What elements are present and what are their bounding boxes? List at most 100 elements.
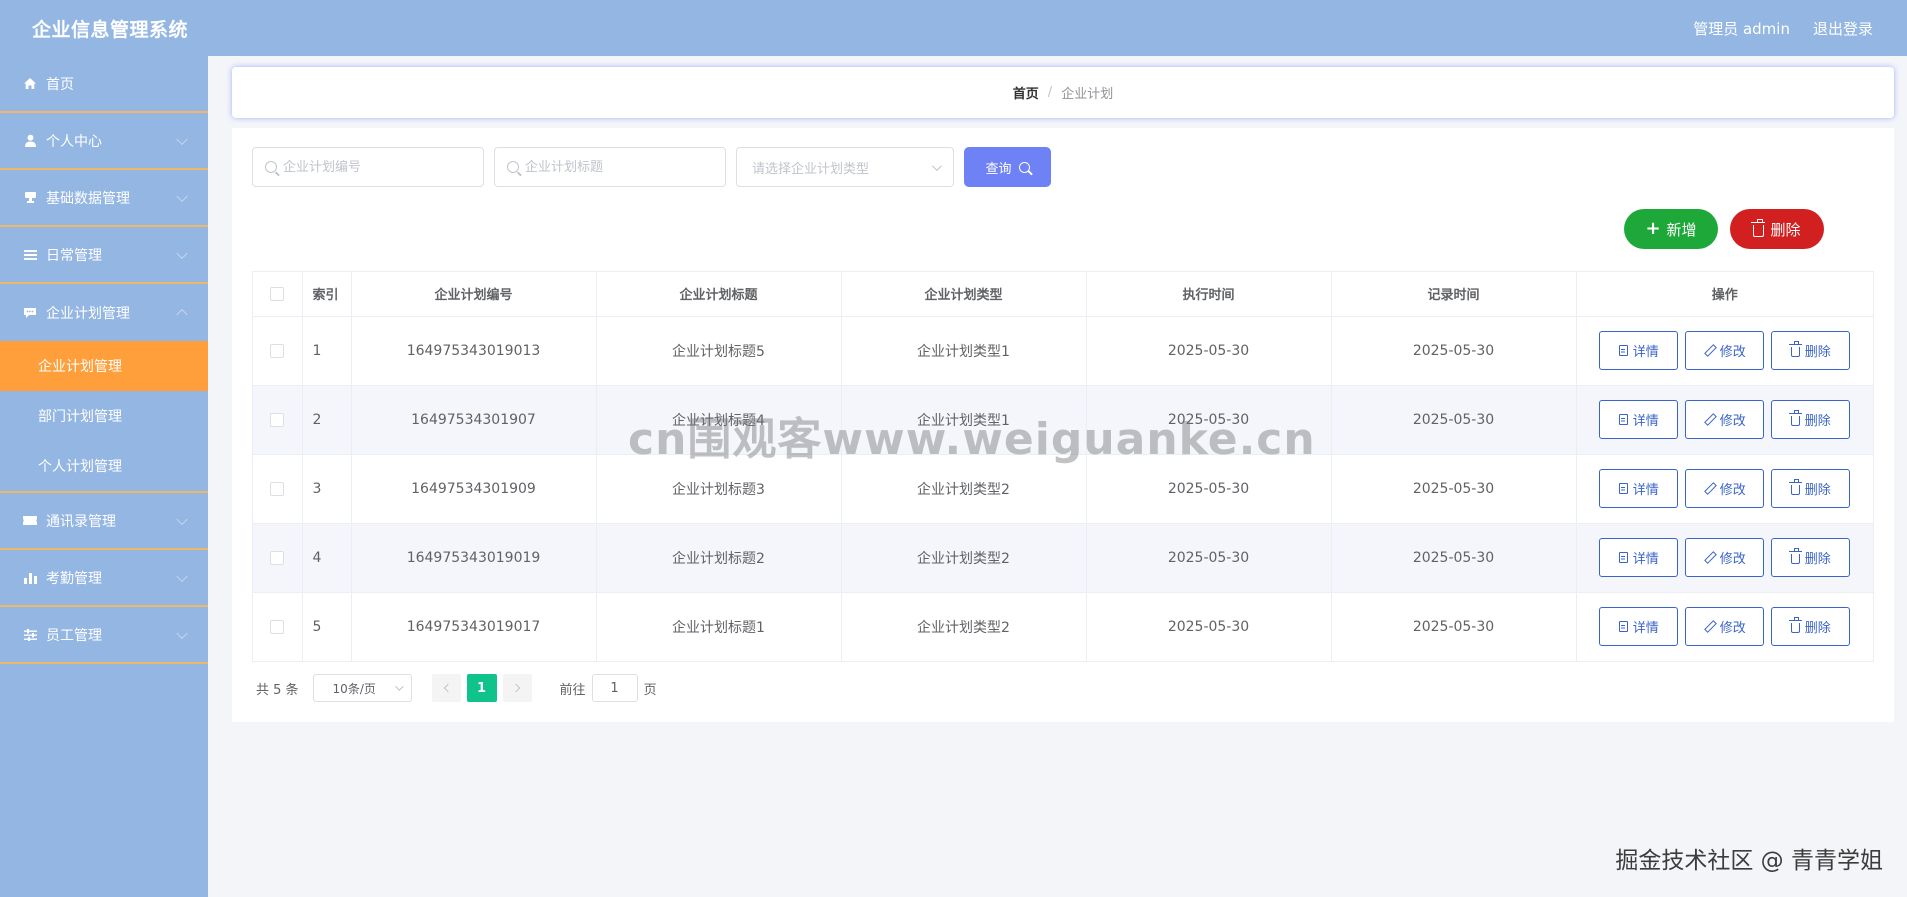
edit-button[interactable]: 修改 bbox=[1685, 400, 1765, 439]
delete-label: 删除 bbox=[1804, 621, 1831, 637]
edit-button[interactable]: 修改 bbox=[1685, 607, 1765, 647]
sidebar-item-attendance[interactable]: 考勤管理 bbox=[0, 550, 208, 607]
add-button-label: 新增 bbox=[1666, 220, 1697, 239]
logout-button[interactable]: 退出登录 bbox=[1813, 18, 1873, 39]
sidebar-item-daily[interactable]: 日常管理 bbox=[0, 227, 208, 284]
user-label[interactable]: 管理员 admin bbox=[1693, 18, 1790, 39]
sidebar-item-profile[interactable]: 个人中心 bbox=[0, 113, 208, 170]
plan-code-field[interactable] bbox=[252, 147, 484, 187]
cell-plan-code: 164975343019017 bbox=[351, 592, 597, 661]
chevron-down-icon bbox=[176, 627, 188, 639]
page-number-button[interactable]: 1 bbox=[466, 674, 497, 702]
sidebar-item-home[interactable]: 首页 bbox=[0, 56, 208, 113]
edit-label: 修改 bbox=[1719, 552, 1746, 567]
goto-page-input[interactable] bbox=[591, 674, 638, 702]
chevron-down-icon bbox=[931, 160, 942, 171]
cell-exec-time: 2025-05-30 bbox=[1086, 316, 1332, 386]
row-checkbox[interactable] bbox=[270, 481, 285, 496]
cell-plan-type: 企业计划类型1 bbox=[841, 316, 1087, 386]
plan-title-field[interactable] bbox=[494, 147, 726, 187]
page-size-select[interactable]: 10条/页 bbox=[312, 674, 412, 702]
detail-label: 详情 bbox=[1632, 414, 1659, 429]
submenu-item-personal-plan[interactable]: 个人计划管理 bbox=[0, 441, 208, 491]
search-icon bbox=[265, 161, 277, 173]
edit-label: 修改 bbox=[1719, 345, 1746, 360]
row-delete-button[interactable]: 删除 bbox=[1771, 538, 1851, 577]
list-icon bbox=[22, 247, 38, 263]
user-icon bbox=[22, 133, 38, 149]
row-checkbox[interactable] bbox=[270, 550, 285, 565]
row-delete-button[interactable]: 删除 bbox=[1771, 469, 1851, 508]
plus-icon: + bbox=[1645, 218, 1661, 239]
cell-plan-code: 164975343019013 bbox=[351, 316, 597, 386]
row-checkbox[interactable] bbox=[270, 343, 285, 358]
row-delete-button[interactable]: 删除 bbox=[1771, 607, 1851, 647]
edit-label: 修改 bbox=[1719, 621, 1746, 637]
detail-button[interactable]: 详情 bbox=[1599, 538, 1679, 577]
sidebar-item-label: 企业计划管理 bbox=[46, 305, 130, 322]
trash-icon bbox=[1788, 341, 1802, 357]
delete-label: 删除 bbox=[1804, 414, 1831, 429]
sidebar-item-employees[interactable]: 员工管理 bbox=[0, 607, 208, 664]
pagination: 共 5 条 10条/页 1 前往 页 bbox=[256, 674, 657, 702]
select-all-checkbox[interactable] bbox=[270, 286, 285, 301]
row-checkbox[interactable] bbox=[270, 412, 285, 427]
submenu-item-enterprise-plan[interactable]: 企业计划管理 bbox=[0, 341, 208, 391]
detail-button[interactable]: 详情 bbox=[1599, 400, 1679, 439]
sidebar-item-enterprise-plan[interactable]: 企业计划管理 bbox=[0, 284, 208, 341]
sidebar-item-basic-data[interactable]: 基础数据管理 bbox=[0, 170, 208, 227]
document-icon bbox=[1618, 552, 1628, 563]
edit-button[interactable]: 修改 bbox=[1685, 331, 1765, 370]
edit-button[interactable]: 修改 bbox=[1685, 469, 1765, 508]
search-bar: 请选择企业计划类型 查询 bbox=[252, 147, 1051, 187]
detail-label: 详情 bbox=[1632, 483, 1659, 498]
edit-icon bbox=[1704, 483, 1715, 494]
plan-type-select[interactable]: 请选择企业计划类型 bbox=[736, 147, 954, 187]
detail-label: 详情 bbox=[1632, 552, 1659, 567]
header-user-area: 管理员 admin 退出登录 bbox=[1693, 18, 1873, 39]
chevron-down-icon bbox=[176, 513, 188, 525]
detail-label: 详情 bbox=[1632, 345, 1659, 360]
watermark-center: cn围观客www.weiguanke.cn bbox=[628, 414, 1316, 465]
cell-plan-title: 企业计划标题5 bbox=[596, 316, 842, 386]
column-header: 执行时间 bbox=[1086, 272, 1332, 317]
row-checkbox[interactable] bbox=[270, 619, 285, 634]
app-title: 企业信息管理系统 bbox=[32, 18, 189, 41]
cell-record-time: 2025-05-30 bbox=[1331, 454, 1577, 524]
edit-button[interactable]: 修改 bbox=[1685, 538, 1765, 577]
sidebar-item-label: 通讯录管理 bbox=[46, 513, 116, 530]
detail-button[interactable]: 详情 bbox=[1599, 607, 1679, 647]
chevron-right-icon bbox=[511, 683, 520, 693]
column-header: 企业计划编号 bbox=[351, 272, 597, 317]
cell-plan-type: 企业计划类型2 bbox=[841, 523, 1087, 593]
trash-icon bbox=[1788, 410, 1802, 426]
sidebar-item-contacts[interactable]: 通讯录管理 bbox=[0, 493, 208, 550]
breadcrumb-home[interactable]: 首页 bbox=[1013, 83, 1039, 102]
document-icon bbox=[1618, 345, 1628, 356]
submenu-item-department-plan[interactable]: 部门计划管理 bbox=[0, 391, 208, 441]
trash-icon bbox=[1788, 617, 1802, 634]
query-button[interactable]: 查询 bbox=[964, 147, 1051, 187]
home-icon bbox=[22, 76, 38, 92]
row-delete-button[interactable]: 删除 bbox=[1771, 400, 1851, 439]
add-button[interactable]: + 新增 bbox=[1624, 209, 1718, 249]
trophy-icon bbox=[22, 190, 38, 206]
detail-button[interactable]: 详情 bbox=[1599, 331, 1679, 370]
cell-actions: 详情 修改 删除 bbox=[1576, 592, 1873, 661]
cell-exec-time: 2025-05-30 bbox=[1086, 523, 1332, 593]
row-delete-button[interactable]: 删除 bbox=[1771, 331, 1851, 370]
document-icon bbox=[1618, 621, 1628, 633]
cell-plan-title: 企业计划标题2 bbox=[596, 523, 842, 593]
plan-code-input[interactable] bbox=[283, 159, 463, 175]
prev-page-button[interactable] bbox=[431, 674, 461, 702]
detail-button[interactable]: 详情 bbox=[1599, 469, 1679, 508]
next-page-button[interactable] bbox=[502, 674, 532, 702]
bulk-delete-button[interactable]: 删除 bbox=[1730, 209, 1824, 249]
sidebar-item-label: 员工管理 bbox=[46, 627, 102, 644]
plan-title-input[interactable] bbox=[525, 159, 705, 175]
column-header: 索引 bbox=[302, 272, 352, 317]
cell-record-time: 2025-05-30 bbox=[1331, 592, 1577, 661]
chevron-left-icon bbox=[443, 683, 452, 693]
trash-icon bbox=[1788, 548, 1802, 564]
detail-label: 详情 bbox=[1632, 621, 1659, 637]
